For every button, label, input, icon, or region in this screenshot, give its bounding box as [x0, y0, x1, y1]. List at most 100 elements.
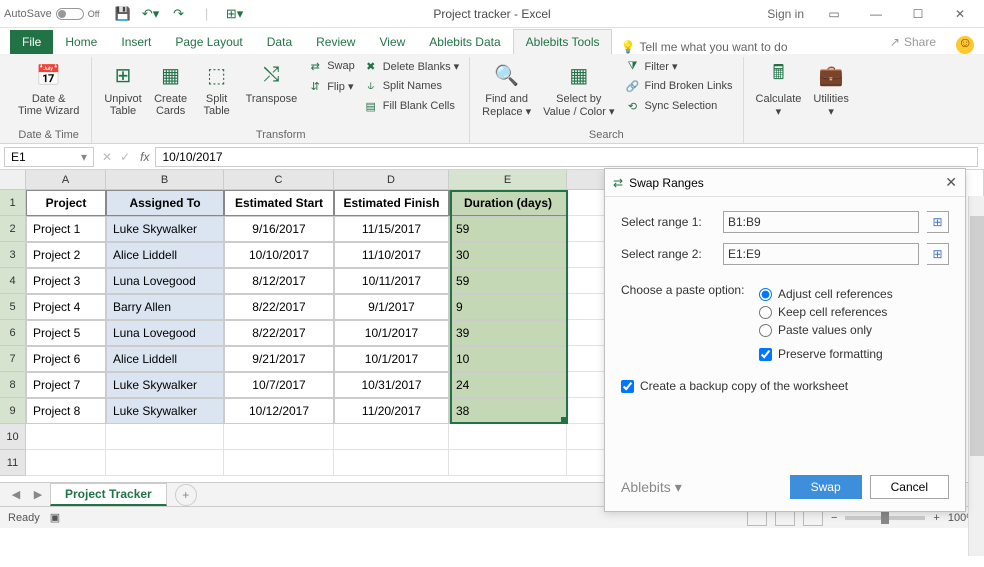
- table-cell[interactable]: 10/1/2017: [334, 346, 449, 372]
- column-header-B[interactable]: B: [106, 170, 224, 190]
- sheet-nav-next[interactable]: ▶: [28, 488, 48, 501]
- find-broken-links-button[interactable]: 🔗Find Broken Links: [622, 77, 734, 95]
- table-cell[interactable]: 11/10/2017: [334, 242, 449, 268]
- split-names-button[interactable]: ⫝Split Names: [361, 77, 461, 95]
- table-cell[interactable]: 24: [449, 372, 567, 398]
- column-header-D[interactable]: D: [334, 170, 449, 190]
- utilities-button[interactable]: 💼Utilities ▾: [809, 57, 852, 120]
- empty-cell[interactable]: [334, 450, 449, 476]
- unpivot-table-button[interactable]: ⊞Unpivot Table: [100, 57, 145, 119]
- save-icon[interactable]: 💾: [112, 3, 134, 25]
- swap-confirm-button[interactable]: Swap: [790, 475, 862, 499]
- table-cell[interactable]: 59: [449, 268, 567, 294]
- sheet-tab-project-tracker[interactable]: Project Tracker: [50, 483, 167, 506]
- row-header-2[interactable]: 2: [0, 216, 26, 242]
- range1-picker-icon[interactable]: ⊞: [927, 211, 949, 233]
- checkbox-preserve-formatting[interactable]: [759, 348, 772, 361]
- zoom-out-icon[interactable]: −: [831, 512, 837, 524]
- create-cards-button[interactable]: ▦Create Cards: [150, 57, 192, 119]
- macro-record-icon[interactable]: ▣: [50, 511, 60, 524]
- radio-paste-values[interactable]: [759, 324, 772, 337]
- empty-cell[interactable]: [224, 424, 334, 450]
- table-cell[interactable]: 10/12/2017: [224, 398, 334, 424]
- radio-adjust-references[interactable]: [759, 288, 772, 301]
- tab-ablebits-tools[interactable]: Ablebits Tools: [513, 29, 613, 54]
- maximize-icon[interactable]: ☐: [898, 2, 938, 26]
- empty-cell[interactable]: [224, 450, 334, 476]
- formula-input[interactable]: [155, 147, 978, 167]
- zoom-in-icon[interactable]: +: [933, 512, 939, 524]
- table-cell[interactable]: Luke Skywalker: [106, 372, 224, 398]
- cancel-button[interactable]: Cancel: [870, 475, 949, 499]
- table-cell[interactable]: Luke Skywalker: [106, 398, 224, 424]
- empty-cell[interactable]: [106, 450, 224, 476]
- undo-icon[interactable]: ↶▾: [140, 3, 162, 25]
- row-header-10[interactable]: 10: [0, 424, 26, 450]
- qat-custom-icon[interactable]: ⊞▾: [224, 3, 246, 25]
- add-sheet-button[interactable]: +: [175, 484, 197, 506]
- table-cell[interactable]: 8/22/2017: [224, 320, 334, 346]
- feedback-icon[interactable]: [956, 36, 974, 54]
- select-by-value-button[interactable]: ▦Select by Value / Color ▾: [539, 57, 618, 120]
- radio-keep-references[interactable]: [759, 306, 772, 319]
- table-cell[interactable]: Project 2: [26, 242, 106, 268]
- row-header-1[interactable]: 1: [0, 190, 26, 216]
- tab-home[interactable]: Home: [53, 30, 109, 54]
- table-cell[interactable]: 9/1/2017: [334, 294, 449, 320]
- empty-cell[interactable]: [26, 450, 106, 476]
- table-cell[interactable]: 8/12/2017: [224, 268, 334, 294]
- tell-me-search[interactable]: 💡 Tell me what you want to do: [620, 40, 787, 54]
- range2-picker-icon[interactable]: ⊞: [927, 243, 949, 265]
- tab-view[interactable]: View: [367, 30, 417, 54]
- sync-selection-button[interactable]: ⟲Sync Selection: [622, 97, 734, 115]
- table-cell[interactable]: Luke Skywalker: [106, 216, 224, 242]
- table-cell[interactable]: Luna Lovegood: [106, 268, 224, 294]
- row-header-5[interactable]: 5: [0, 294, 26, 320]
- vertical-scrollbar[interactable]: [968, 196, 984, 556]
- row-header-11[interactable]: 11: [0, 450, 26, 476]
- table-cell[interactable]: 30: [449, 242, 567, 268]
- split-table-button[interactable]: ⬚Split Table: [196, 57, 238, 119]
- table-cell[interactable]: 59: [449, 216, 567, 242]
- row-header-4[interactable]: 4: [0, 268, 26, 294]
- table-cell[interactable]: Project 8: [26, 398, 106, 424]
- enter-formula-icon[interactable]: ✓: [116, 150, 134, 164]
- filter-button[interactable]: ⧩Filter ▾: [622, 57, 734, 75]
- date-time-wizard-button[interactable]: 📅Date & Time Wizard: [14, 57, 83, 119]
- column-header-E[interactable]: E: [449, 170, 567, 190]
- table-cell[interactable]: 10/10/2017: [224, 242, 334, 268]
- share-button[interactable]: ↗ Share: [880, 30, 946, 54]
- tab-file[interactable]: File: [10, 30, 53, 54]
- autosave-toggle[interactable]: AutoSave Off: [4, 8, 100, 20]
- row-header-6[interactable]: 6: [0, 320, 26, 346]
- tab-ablebits-data[interactable]: Ablebits Data: [417, 30, 512, 54]
- delete-blanks-button[interactable]: ✖Delete Blanks ▾: [361, 57, 461, 75]
- ablebits-brand-dropdown[interactable]: Ablebits ▾: [621, 479, 682, 496]
- empty-cell[interactable]: [334, 424, 449, 450]
- table-cell[interactable]: 10: [449, 346, 567, 372]
- column-header-C[interactable]: C: [224, 170, 334, 190]
- table-cell[interactable]: 9: [449, 294, 567, 320]
- table-cell[interactable]: Project 4: [26, 294, 106, 320]
- table-cell[interactable]: Project 5: [26, 320, 106, 346]
- table-cell[interactable]: 8/22/2017: [224, 294, 334, 320]
- tab-data[interactable]: Data: [255, 30, 304, 54]
- row-header-7[interactable]: 7: [0, 346, 26, 372]
- table-cell[interactable]: Alice Liddell: [106, 242, 224, 268]
- fx-icon[interactable]: fx: [134, 150, 155, 164]
- table-cell[interactable]: Alice Liddell: [106, 346, 224, 372]
- minimize-icon[interactable]: —: [856, 2, 896, 26]
- table-cell[interactable]: Project 1: [26, 216, 106, 242]
- zoom-slider[interactable]: [845, 516, 925, 520]
- table-cell[interactable]: 10/7/2017: [224, 372, 334, 398]
- pane-close-icon[interactable]: ✕: [945, 174, 957, 191]
- flip-button[interactable]: ⇵Flip ▾: [305, 77, 357, 95]
- column-header-A[interactable]: A: [26, 170, 106, 190]
- tab-page-layout[interactable]: Page Layout: [163, 30, 254, 54]
- table-cell[interactable]: 11/15/2017: [334, 216, 449, 242]
- range1-input[interactable]: B1:B9: [723, 211, 919, 233]
- name-box[interactable]: E1▾: [4, 147, 94, 167]
- calculate-button[interactable]: 🖩Calculate ▾: [752, 57, 806, 120]
- table-cell[interactable]: 11/20/2017: [334, 398, 449, 424]
- row-header-9[interactable]: 9: [0, 398, 26, 424]
